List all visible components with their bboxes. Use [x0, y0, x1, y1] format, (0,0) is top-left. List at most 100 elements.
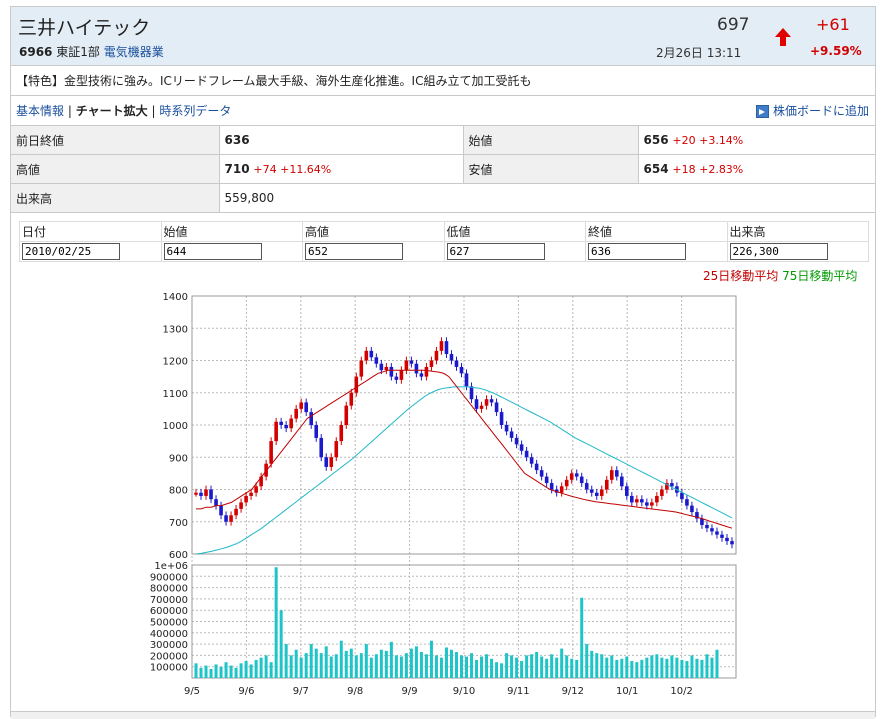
volume-bar — [249, 664, 253, 678]
volume-bar — [424, 654, 428, 678]
candle-body — [650, 502, 654, 506]
volume-bar — [625, 656, 629, 678]
candle-body — [725, 537, 729, 542]
x-tick-label: 9/11 — [507, 686, 529, 697]
price-tick-label: 1000 — [163, 421, 188, 432]
volume-bar — [480, 656, 484, 678]
candle-body — [234, 508, 238, 516]
volume-bar — [284, 644, 288, 678]
volume-tick-label: 600000 — [150, 606, 188, 617]
volume-bar — [465, 656, 469, 678]
candle-body — [685, 499, 689, 506]
candle-body — [429, 360, 434, 367]
candle-body — [384, 366, 389, 371]
candle-body — [479, 405, 484, 409]
candle-body — [539, 470, 544, 477]
candle-body — [319, 437, 324, 458]
candle-body — [579, 476, 584, 484]
candle-body — [309, 412, 314, 425]
volume-bar — [495, 662, 499, 678]
volume-bar — [304, 653, 308, 678]
candle-body — [715, 531, 719, 535]
volume-bar — [690, 655, 694, 678]
volume-bar — [565, 655, 569, 678]
volume-bar — [590, 650, 594, 678]
candle-body — [635, 499, 639, 503]
candle-body — [414, 363, 419, 374]
volume-bar — [635, 662, 639, 678]
candle-body — [625, 486, 629, 496]
volume-bar — [615, 659, 619, 678]
volume-tick-label: 700000 — [150, 595, 188, 606]
candle-body — [655, 495, 659, 503]
volume-bar — [670, 655, 674, 678]
candle-body — [229, 515, 233, 522]
volume-bar — [510, 655, 514, 678]
volume-bar — [550, 654, 554, 678]
volume-bar — [349, 648, 353, 678]
candle-body — [484, 399, 489, 406]
candle-body — [249, 492, 253, 496]
volume-bar — [665, 658, 669, 678]
volume-bar — [650, 655, 654, 678]
volume-bar — [194, 663, 198, 678]
volume-bar — [329, 656, 333, 678]
volume-bar — [540, 656, 544, 678]
volume-bar — [434, 655, 438, 678]
volume-bar — [475, 659, 479, 678]
volume-bar — [680, 659, 684, 678]
candle-body — [564, 479, 569, 487]
volume-bar — [384, 650, 388, 678]
candle-body — [379, 363, 384, 371]
volume-bar — [675, 657, 679, 678]
candle-body — [354, 376, 359, 393]
x-tick-label: 9/7 — [293, 686, 309, 697]
candle-body — [349, 392, 354, 406]
volume-bar — [214, 664, 218, 678]
candle-body — [569, 473, 574, 480]
candle-body — [609, 470, 614, 480]
volume-bar — [500, 663, 504, 678]
volume-bar — [229, 665, 233, 678]
volume-bar — [389, 641, 393, 678]
volume-tick-label: 800000 — [150, 584, 188, 595]
candle-body — [314, 425, 319, 438]
candle-body — [559, 486, 564, 493]
x-tick-label: 9/5 — [184, 686, 200, 697]
volume-bar — [264, 655, 268, 678]
volume-bar — [299, 657, 303, 678]
volume-bar — [525, 655, 529, 678]
volume-bar — [485, 654, 489, 678]
candle-body — [364, 350, 369, 361]
price-tick-label: 1300 — [163, 324, 188, 335]
candle-body — [304, 402, 309, 413]
price-tick-label: 1400 — [163, 292, 188, 303]
candle-body — [199, 492, 203, 496]
volume-bar — [490, 658, 494, 678]
volume-bar — [555, 657, 559, 678]
volume-bar — [685, 661, 689, 678]
volume-bar — [224, 662, 228, 678]
candle-body — [529, 457, 534, 464]
candle-body — [419, 373, 424, 377]
candle-body — [274, 421, 278, 442]
volume-bar — [404, 653, 408, 678]
candle-body — [424, 366, 429, 377]
price-tick-label: 600 — [169, 550, 188, 561]
volume-bar — [364, 644, 368, 678]
candle-body — [459, 366, 464, 374]
candle-body — [289, 418, 293, 429]
volume-bar — [454, 652, 458, 678]
volume-bar — [204, 665, 208, 678]
candle-body — [604, 479, 609, 490]
x-tick-label: 10/2 — [670, 686, 692, 697]
volume-bar — [354, 655, 358, 678]
candle-body — [359, 360, 364, 377]
volume-tick-label: 100000 — [150, 663, 188, 674]
volume-bar — [449, 649, 453, 678]
candle-body — [614, 470, 619, 477]
candle-body — [299, 402, 303, 409]
volume-bar — [470, 653, 474, 678]
x-tick-label: 9/8 — [347, 686, 363, 697]
candle-body — [730, 541, 734, 545]
